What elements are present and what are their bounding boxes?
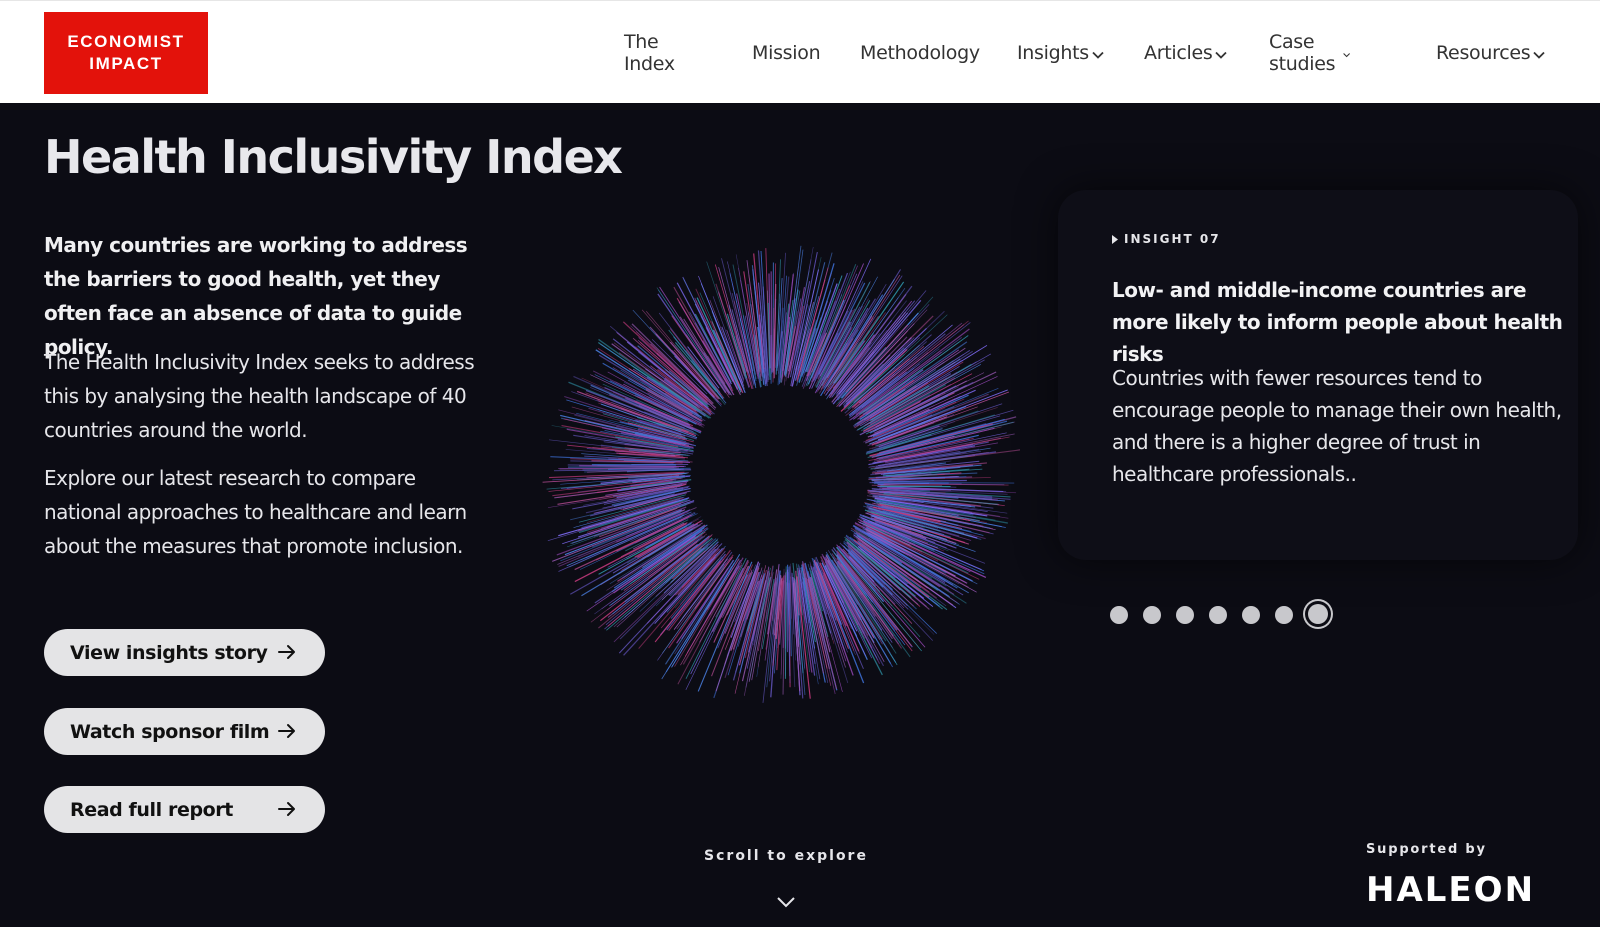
site-header: ECONOMIST IMPACT The Index Mission Metho… [0, 0, 1600, 103]
carousel-dot[interactable] [1275, 606, 1293, 624]
carousel-dot[interactable] [1242, 606, 1260, 624]
read-full-report-button[interactable]: Read full report [44, 786, 325, 833]
insight-body: Countries with fewer resources tend to e… [1112, 366, 1562, 486]
nav-label: Resources [1436, 42, 1531, 64]
button-label: Read full report [70, 798, 233, 821]
nav-item-mission[interactable]: Mission [752, 35, 821, 71]
triangle-right-icon [1112, 234, 1118, 244]
carousel-dot[interactable] [1209, 606, 1227, 624]
nav-item-resources[interactable]: Resources [1436, 35, 1545, 71]
nav-label: Mission [752, 42, 821, 64]
button-label: View insights story [70, 641, 268, 664]
data-ring-visualization [542, 245, 1020, 703]
haleon-logo[interactable]: HALEON [1366, 870, 1535, 910]
page-title: Health Inclusivity Index [44, 130, 623, 184]
logo-line-2: IMPACT [89, 54, 163, 73]
nav-item-case-studies[interactable]: Case studies [1269, 31, 1350, 75]
nav-item-articles[interactable]: Articles [1144, 35, 1228, 71]
watch-sponsor-film-button[interactable]: Watch sponsor film [44, 708, 325, 755]
nav-item-methodology[interactable]: Methodology [860, 35, 980, 71]
nav-label: Case studies [1269, 31, 1336, 75]
chevron-down-icon [1343, 52, 1350, 57]
carousel-dot[interactable] [1110, 606, 1128, 624]
nav-label: Methodology [860, 42, 980, 64]
supported-by-label: Supported by [1366, 842, 1487, 857]
scroll-to-explore-label: Scroll to explore [704, 848, 868, 864]
arrow-right-icon [278, 645, 295, 659]
nav-label: Articles [1144, 42, 1213, 64]
carousel-dot[interactable] [1176, 606, 1194, 624]
ring-strokes [542, 245, 1020, 703]
logo-line-1: ECONOMIST [67, 32, 185, 51]
insight-kicker: INSIGHT 07 [1112, 232, 1221, 246]
nav-item-the-index[interactable]: The Index [624, 31, 675, 75]
carousel-dot[interactable] [1308, 604, 1328, 624]
nav-label: The Index [624, 31, 675, 75]
chevron-down-icon[interactable] [776, 896, 796, 908]
button-label: Watch sponsor film [70, 720, 270, 743]
economist-impact-logo[interactable]: ECONOMIST IMPACT [44, 12, 208, 94]
chevron-down-icon [1533, 51, 1545, 59]
hero-paragraph-2: Explore our latest research to compare n… [44, 466, 467, 558]
arrow-right-icon [278, 802, 295, 816]
hero-paragraph-1: The Health Inclusivity Index seeks to ad… [44, 350, 475, 442]
insight-number: INSIGHT 07 [1124, 232, 1221, 246]
view-insights-story-button[interactable]: View insights story [44, 629, 325, 676]
nav-item-insights[interactable]: Insights [1017, 35, 1104, 71]
chevron-down-icon [1215, 51, 1228, 59]
chevron-down-icon [1092, 51, 1104, 59]
carousel-dot[interactable] [1143, 606, 1161, 624]
hero-lead-text: Many countries are working to address th… [44, 233, 468, 359]
insight-title: Low- and middle-income countries are mor… [1112, 278, 1563, 366]
arrow-right-icon [278, 724, 295, 738]
nav-label: Insights [1017, 42, 1089, 64]
